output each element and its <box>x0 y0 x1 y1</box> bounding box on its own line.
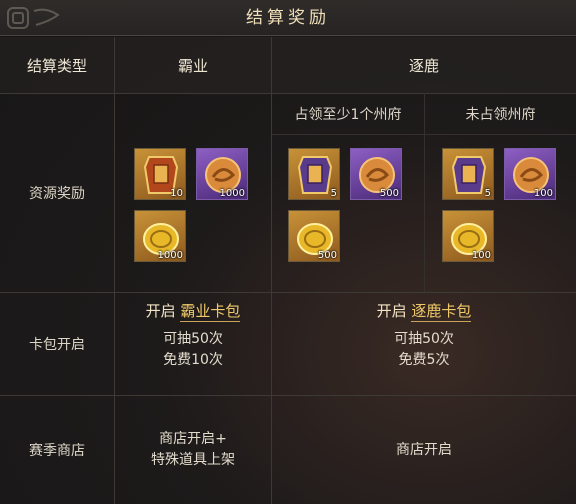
draw-count: 可抽50次 <box>394 331 454 347</box>
reward-item-coin[interactable]: 500 <box>288 210 340 262</box>
shop-line-1: 商店开启+ <box>159 431 227 447</box>
shop-chase: 商店开启 <box>272 396 576 504</box>
shop-hegemony: 商店开启+ 特殊道具上架 <box>115 396 271 504</box>
reward-item-jade[interactable]: 100 <box>504 148 556 200</box>
item-quantity: 1000 <box>219 188 245 199</box>
row-label-card-pack: 卡包开启 <box>29 337 85 353</box>
shop-line: 商店开启 <box>396 441 452 458</box>
item-quantity: 10 <box>170 188 183 199</box>
reward-item-coin[interactable]: 1000 <box>134 210 186 262</box>
shop-line-2: 特殊道具上架 <box>151 452 235 468</box>
open-pack-prefix: 开启 <box>376 302 407 320</box>
item-quantity: 100 <box>533 188 553 199</box>
item-quantity: 5 <box>484 188 491 199</box>
open-pack-prefix: 开启 <box>145 302 176 320</box>
page-title: 结算奖励 <box>246 8 330 28</box>
title-bar: 结算奖励 <box>0 0 576 36</box>
open-pack-line: 开启 霸业卡包 <box>145 300 241 322</box>
free-count: 免费5次 <box>398 352 450 368</box>
item-quantity: 5 <box>330 188 337 199</box>
settlement-rewards-panel: 结算奖励 结算类型 霸业 逐鹿 占领至少1个州府 未占领州府 资源奖励 卡包开启… <box>0 0 576 504</box>
header-type: 结算类型 <box>26 56 87 75</box>
item-quantity: 1000 <box>157 250 183 261</box>
reward-item-token[interactable]: 5 <box>288 148 340 200</box>
reward-item-jade[interactable]: 1000 <box>196 148 248 200</box>
item-quantity: 500 <box>317 250 337 261</box>
reward-item-token[interactable]: 10 <box>134 148 186 200</box>
card-pack-chase: 开启 逐鹿卡包 可抽50次 免费5次 <box>272 300 576 371</box>
header-hegemony: 霸业 <box>177 56 208 75</box>
draw-count: 可抽50次 <box>163 331 223 347</box>
open-pack-line: 开启 逐鹿卡包 <box>376 300 472 322</box>
header-chase: 逐鹿 <box>408 56 439 75</box>
row-label-shop: 赛季商店 <box>29 443 85 459</box>
reward-item-token[interactable]: 5 <box>442 148 494 200</box>
header-chase-unoccupied: 未占领州府 <box>465 107 536 123</box>
reward-item-coin[interactable]: 100 <box>442 210 494 262</box>
header-chase-occupied: 占领至少1个州府 <box>294 107 402 123</box>
card-pack-hegemony: 开启 霸业卡包 可抽50次 免费10次 <box>115 300 271 371</box>
row-label-resources: 资源奖励 <box>29 186 85 202</box>
reward-item-jade[interactable]: 500 <box>350 148 402 200</box>
chase-card-pack-link[interactable]: 逐鹿卡包 <box>411 302 472 322</box>
item-quantity: 500 <box>379 188 399 199</box>
hegemony-card-pack-link[interactable]: 霸业卡包 <box>180 302 241 322</box>
item-quantity: 100 <box>471 250 491 261</box>
free-count: 免费10次 <box>163 352 223 368</box>
